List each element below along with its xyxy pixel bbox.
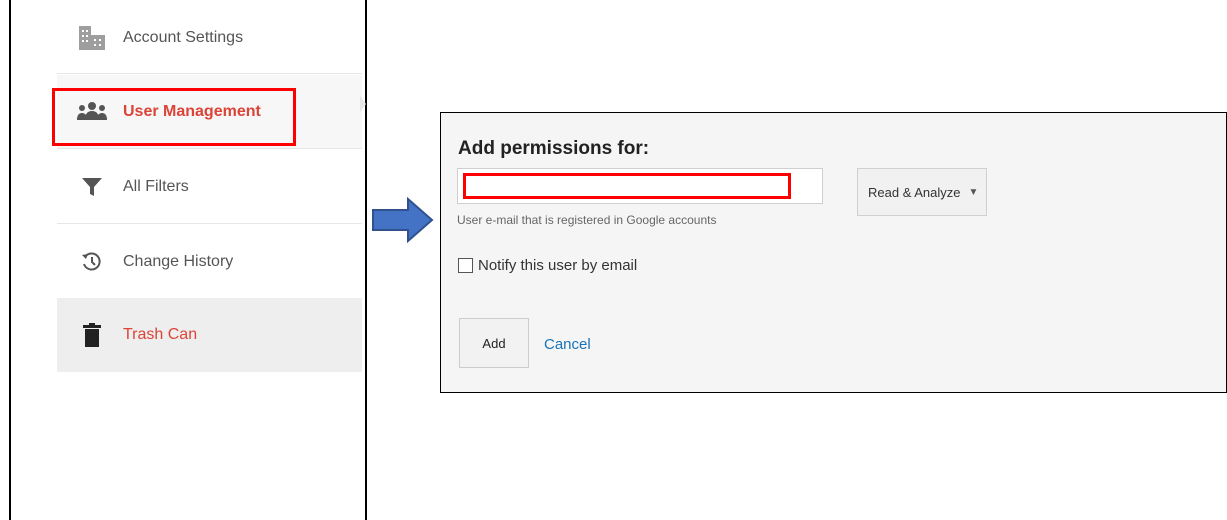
notify-checkbox[interactable] <box>458 258 473 273</box>
trash-icon <box>77 322 107 348</box>
scroll-notch <box>360 96 366 112</box>
users-icon <box>77 99 107 125</box>
sidebar-item-change-history[interactable]: Change History <box>57 225 362 299</box>
sidebar-item-label: Trash Can <box>123 326 198 343</box>
email-hint: User e-mail that is registered in Google… <box>457 213 717 227</box>
role-select[interactable]: Read & Analyze ▼ <box>857 168 987 216</box>
filter-icon <box>77 174 107 200</box>
chevron-down-icon: ▼ <box>968 186 979 198</box>
sidebar-item-label: All Filters <box>123 177 189 195</box>
sidebar-item-label: Account Settings <box>123 28 244 46</box>
sidebar-item-label: User Management <box>123 102 261 120</box>
sidebar-item-user-management[interactable]: User Management <box>57 75 362 149</box>
email-input[interactable] <box>457 168 823 204</box>
dialog-title: Add permissions for: <box>458 138 650 159</box>
right-arrow-icon <box>372 196 434 248</box>
notify-row: Notify this user by email <box>458 257 637 274</box>
add-button[interactable]: Add <box>459 318 529 368</box>
add-permissions-dialog: Add permissions for: User e-mail that is… <box>440 112 1227 393</box>
admin-sidebar: Account Settings User Management All Fil… <box>9 0 367 520</box>
sidebar-item-trash-can[interactable]: Trash Can <box>57 298 362 372</box>
notify-label: Notify this user by email <box>478 257 638 274</box>
sidebar-item-all-filters[interactable]: All Filters <box>57 150 362 224</box>
building-icon <box>77 25 107 51</box>
sidebar-item-label: Change History <box>123 252 234 270</box>
sidebar-item-account-settings[interactable]: Account Settings <box>57 2 362 74</box>
cancel-link[interactable]: Cancel <box>544 336 591 353</box>
role-select-value: Read & Analyze <box>868 184 961 200</box>
history-icon <box>77 249 107 275</box>
